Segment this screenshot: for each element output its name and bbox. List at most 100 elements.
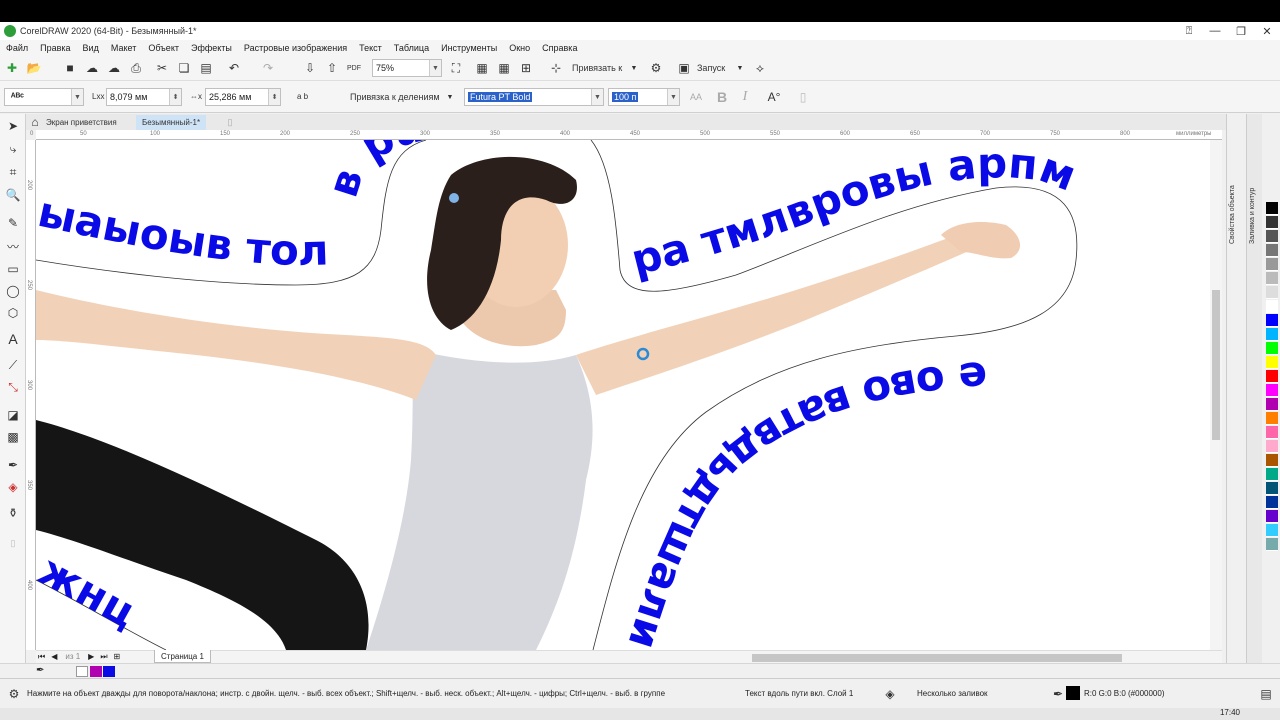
palette-swatch[interactable]: [1266, 328, 1278, 341]
eyedropper-icon[interactable]: ✒: [4, 456, 22, 474]
font-list-icon[interactable]: AA: [688, 89, 704, 105]
path-text-left[interactable]: ыаыоыв тол: [36, 187, 329, 276]
palette-swatch[interactable]: [1266, 272, 1278, 285]
palette-swatch[interactable]: [1266, 496, 1278, 509]
palette-swatch[interactable]: [1266, 482, 1278, 495]
gear-icon[interactable]: ⚙: [648, 60, 664, 76]
smart-fill-icon[interactable]: ⚱: [4, 504, 22, 522]
menu-help[interactable]: Справка: [542, 43, 577, 53]
zoom-tool-icon[interactable]: 🔍: [4, 186, 22, 204]
palette-swatch[interactable]: [1266, 426, 1278, 439]
menu-bitmaps[interactable]: Растровые изображения: [244, 43, 347, 53]
menu-window[interactable]: Окно: [509, 43, 530, 53]
palette-swatch[interactable]: [1266, 314, 1278, 327]
ellipse-tool-icon[interactable]: ◯: [4, 282, 22, 300]
distance-from-path-input[interactable]: 8,079 мм ⬍: [106, 88, 182, 106]
no-fill-swatch[interactable]: [76, 666, 88, 677]
menu-edit[interactable]: Правка: [40, 43, 70, 53]
print-icon[interactable]: ⎙: [128, 60, 144, 76]
new-document-icon[interactable]: ✚: [4, 60, 20, 76]
mirror-text-buttons[interactable]: a b: [297, 92, 308, 101]
tab-document[interactable]: Безымянный-1*: [136, 115, 207, 130]
import-icon[interactable]: ⇩: [302, 60, 318, 76]
open-icon[interactable]: 📂: [26, 60, 42, 76]
palette-swatch[interactable]: [1266, 440, 1278, 453]
palette-swatch[interactable]: [1266, 384, 1278, 397]
drop-shadow-icon[interactable]: ◪: [4, 406, 22, 424]
text-orientation-select[interactable]: ᴬᴮᶜ ▼: [4, 88, 84, 106]
menu-table[interactable]: Таблица: [394, 43, 429, 53]
palette-swatch[interactable]: [1266, 342, 1278, 355]
shape-tool-icon[interactable]: ⤷: [4, 140, 22, 158]
tag-icon[interactable]: ⟡: [752, 60, 768, 76]
undo-icon[interactable]: ↶: [226, 60, 242, 76]
palette-swatch[interactable]: [1266, 286, 1278, 299]
drawing-canvas[interactable]: ыаыоыв тол в ра ра тмлвровы арпм е ово в…: [36, 140, 1222, 650]
eyedropper-icon[interactable]: ✒: [36, 665, 44, 676]
menu-object[interactable]: Объект: [148, 43, 179, 53]
crop-tool-icon[interactable]: ⌗: [4, 163, 22, 181]
pen-icon[interactable]: ✒: [1050, 686, 1066, 702]
chevron-down-icon[interactable]: ▼: [442, 89, 458, 105]
menu-effects[interactable]: Эффекты: [191, 43, 232, 53]
bold-button[interactable]: B: [714, 89, 730, 105]
chevron-down-icon[interactable]: ▼: [732, 60, 748, 76]
copy-icon[interactable]: ❏: [176, 60, 192, 76]
chevron-down-icon[interactable]: ▼: [626, 60, 642, 76]
parallel-dimension-icon[interactable]: ⟋: [4, 356, 22, 374]
pdf-icon[interactable]: PDF: [346, 60, 362, 76]
font-list-input[interactable]: Futura PT Bold ▼: [464, 88, 604, 106]
blue-swatch[interactable]: [103, 666, 115, 677]
launch-icon[interactable]: ▣: [676, 60, 692, 76]
gear-icon[interactable]: ⚙: [6, 686, 22, 702]
rulers-icon[interactable]: ▦: [474, 60, 490, 76]
guidelines-icon[interactable]: ⊞: [518, 60, 534, 76]
menu-view[interactable]: Вид: [83, 43, 99, 53]
launch-label[interactable]: Запуск: [697, 63, 725, 73]
text-tool-icon[interactable]: A: [4, 330, 22, 348]
fill-icon[interactable]: ◈: [882, 686, 898, 702]
snap-icon[interactable]: ⊹: [548, 60, 564, 76]
docker-tab-fill-outline[interactable]: Заливка и контур: [1249, 174, 1261, 244]
zoom-level-select[interactable]: 75% ▼: [372, 59, 442, 77]
artistic-media-icon[interactable]: 〰: [4, 237, 22, 255]
purple-swatch[interactable]: [90, 666, 102, 677]
freehand-tool-icon[interactable]: ✎: [4, 214, 22, 232]
page-tab[interactable]: Страница 1: [154, 650, 211, 663]
cut-icon[interactable]: ✂: [154, 60, 170, 76]
offset-input[interactable]: 25,286 мм ⬍: [205, 88, 281, 106]
restore-button[interactable]: ❐: [1228, 22, 1254, 40]
horizontal-ruler[interactable]: 0 50 100 150 200 250 300 350 400 450 500…: [30, 130, 1222, 140]
palette-swatch[interactable]: [1266, 524, 1278, 537]
palette-swatch[interactable]: [1266, 300, 1278, 313]
path-text-vertical[interactable]: в ра: [318, 140, 429, 203]
snap-marks-label[interactable]: Привязка к делениям: [350, 92, 440, 102]
snap-to-label[interactable]: Привязать к: [572, 63, 622, 73]
transparency-icon[interactable]: ▩: [4, 428, 22, 446]
palette-swatch[interactable]: [1266, 454, 1278, 467]
palette-swatch[interactable]: [1266, 202, 1278, 215]
palette-swatch[interactable]: [1266, 398, 1278, 411]
palette-swatch[interactable]: [1266, 230, 1278, 243]
palette-swatch[interactable]: [1266, 216, 1278, 229]
palette-swatch[interactable]: [1266, 468, 1278, 481]
palette-swatch[interactable]: [1266, 370, 1278, 383]
vertical-ruler[interactable]: 200 250 300 350 400: [26, 140, 36, 650]
horizontal-scroll-thumb[interactable]: [752, 654, 1122, 662]
font-size-input[interactable]: 100 п ▼: [608, 88, 680, 106]
outline-color-swatch[interactable]: [1066, 686, 1080, 700]
menu-tools[interactable]: Инструменты: [441, 43, 497, 53]
interactive-fill-icon[interactable]: ◈: [4, 478, 22, 496]
export-icon[interactable]: ⇧: [324, 60, 340, 76]
vertical-scroll-thumb[interactable]: [1212, 290, 1220, 440]
rectangle-tool-icon[interactable]: ▭: [4, 260, 22, 278]
pick-tool-icon[interactable]: ➤: [4, 117, 22, 135]
palette-swatch[interactable]: [1266, 510, 1278, 523]
connector-tool-icon[interactable]: ⤡: [4, 378, 22, 396]
add-tool-icon[interactable]: ▯: [4, 534, 22, 552]
minimize-button[interactable]: —: [1202, 22, 1228, 40]
palette-swatch[interactable]: [1266, 356, 1278, 369]
palette-swatch[interactable]: [1266, 258, 1278, 271]
cloud-save-icon[interactable]: ☁: [106, 60, 122, 76]
menu-file[interactable]: Файл: [6, 43, 28, 53]
